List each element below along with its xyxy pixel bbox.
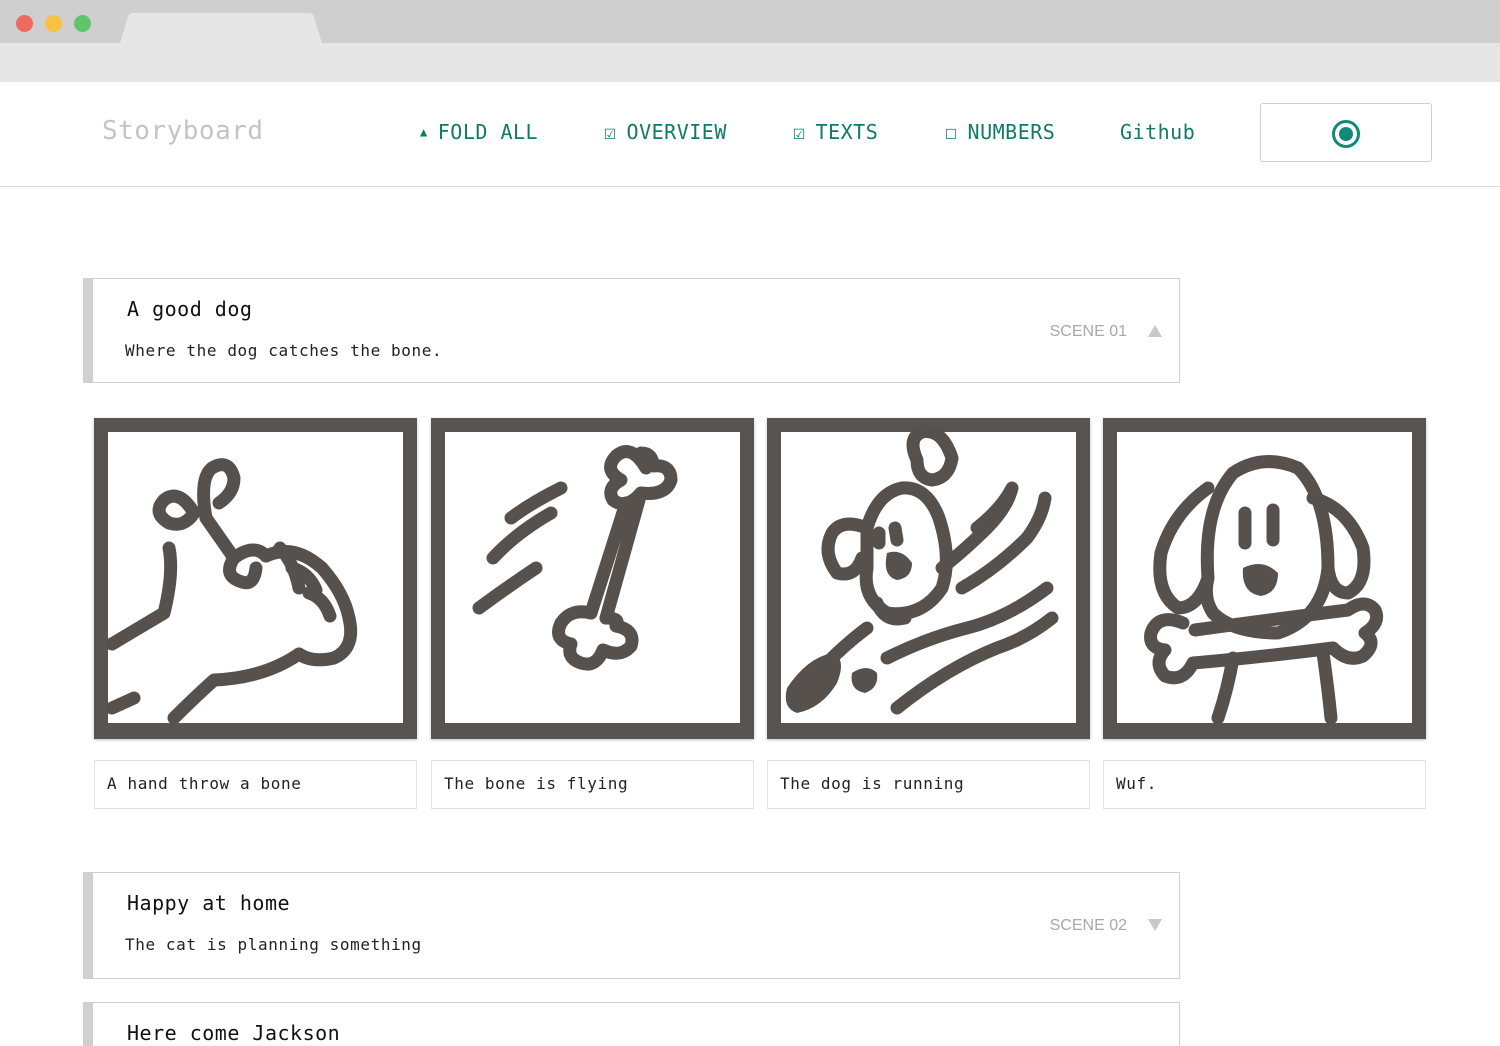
dog-with-bone-image [1117,432,1412,725]
app-header: Storyboard ▲ FOLD ALL ☑ OVERVIEW ☑ TEXTS ☐ N… [0,82,1500,187]
fold-all-button[interactable]: ▲ FOLD ALL [420,120,538,144]
scene-header-02[interactable]: Happy at home The cat is planning someth… [83,872,1180,979]
window-minimize-icon[interactable] [45,15,62,32]
panel-caption-input[interactable]: Wuf. [1103,760,1426,809]
hand-throwing-bone-image [105,432,403,725]
storyboard-panel-4[interactable] [1103,418,1426,739]
record-button[interactable] [1260,103,1432,162]
browser-title-bar [0,0,1500,43]
storyboard-panel-3[interactable] [767,418,1090,739]
collapse-triangle-icon[interactable] [1147,324,1163,338]
scene-header-01[interactable]: A good dog Where the dog catches the bon… [83,278,1180,383]
checkbox-checked-icon: ☑ [604,120,617,144]
panel-caption-input[interactable]: A hand throw a bone [94,760,417,809]
browser-tab[interactable] [120,13,325,43]
scene-number: SCENE 01 [1049,323,1127,340]
scene-title: Happy at home [127,891,291,915]
scene-title: A good dog [127,297,253,321]
panel-caption-input[interactable]: The dog is running [767,760,1090,809]
checkbox-checked-icon: ☑ [793,120,806,144]
overview-label: OVERVIEW [626,120,727,144]
scene-title: Here come Jackson [127,1021,341,1045]
texts-label: TEXTS [815,120,879,144]
triangle-up-icon: ▲ [420,125,428,139]
storyboard-panel-2[interactable] [431,418,754,739]
texts-toggle[interactable]: ☑ TEXTS [793,120,878,144]
overview-toggle[interactable]: ☑ OVERVIEW [604,120,727,144]
storyboard-panel-1[interactable] [94,418,417,739]
numbers-toggle[interactable]: ☐ NUMBERS [945,120,1055,144]
scene-description: Where the dog catches the bone. [125,341,443,360]
scene-number: SCENE 02 [1049,917,1127,934]
numbers-label: NUMBERS [967,120,1056,144]
github-link[interactable]: Github [1120,120,1195,144]
app-logo[interactable]: Storyboard [102,116,264,146]
panel-caption-input[interactable]: The bone is flying [431,760,754,809]
expand-triangle-icon[interactable] [1147,918,1163,932]
window-close-icon[interactable] [16,15,33,32]
record-icon [1332,120,1360,148]
scene-description: The cat is planning something [125,935,422,954]
browser-toolbar [0,43,1500,82]
checkbox-unchecked-icon: ☐ [945,120,958,144]
flying-bone-image [445,432,740,723]
scene-header-03[interactable]: Here come Jackson [83,1002,1180,1046]
window-maximize-icon[interactable] [74,15,91,32]
running-dog-image [781,425,1076,723]
fold-all-label: FOLD ALL [437,120,539,144]
